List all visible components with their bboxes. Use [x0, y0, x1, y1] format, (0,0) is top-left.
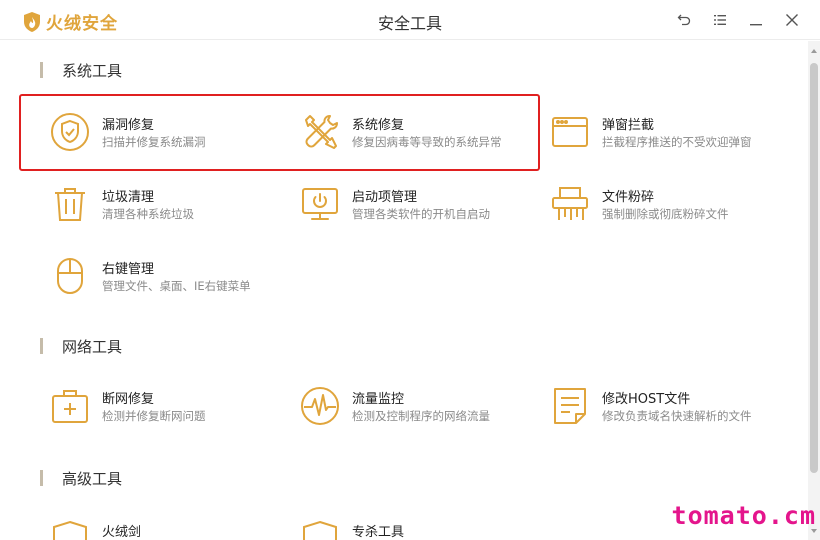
tool-name: 文件粉碎: [602, 190, 655, 205]
tool-desc: 强制删除或彻底粉碎文件: [602, 207, 729, 221]
menu-icon: [714, 15, 726, 25]
back-icon: [677, 14, 691, 26]
document-edit-icon: [550, 386, 590, 426]
section-advanced: 高级工具: [40, 468, 122, 488]
tool-name: 启动项管理: [352, 190, 418, 205]
tool-specialized-removal[interactable]: 专杀工具: [300, 511, 540, 540]
brand-name: 火绒安全: [46, 14, 118, 34]
tool-name: 系统修复: [352, 118, 405, 133]
brand: 火绒安全: [22, 9, 118, 34]
tool-network-repair[interactable]: 断网修复 检测并修复断网问题: [50, 378, 290, 434]
tool-name: 火绒剑: [102, 525, 142, 540]
tool-desc: 管理各类软件的开机自启动: [352, 207, 490, 221]
tool-desc: 拦截程序推送的不受欢迎弹窗: [602, 135, 752, 149]
tool-traffic-monitor[interactable]: 流量监控 检测及控制程序的网络流量: [300, 378, 540, 434]
tool-desc: 管理文件、桌面、IE右键菜单: [102, 279, 251, 293]
flame-shield-logo-icon: [24, 11, 40, 32]
tool-startup-manage[interactable]: 启动项管理 管理各类软件的开机自启动: [300, 176, 540, 232]
tool-desc: 修复因病毒等导致的系统异常: [352, 135, 502, 149]
tool-name: 流量监控: [352, 392, 405, 407]
scroll-up-icon[interactable]: [810, 47, 818, 55]
minimize-icon: [750, 24, 762, 26]
shield-icon: [300, 519, 340, 540]
tool-context-menu-manage[interactable]: 右键管理 管理文件、桌面、IE右键菜单: [50, 248, 290, 304]
tool-popup-block[interactable]: 弹窗拦截 拦截程序推送的不受欢迎弹窗: [550, 104, 790, 160]
tools-panel: 系统工具 漏洞修复 扫描并修复系统漏洞 系统修复 修复因病毒等导致的系统异常 弹…: [0, 41, 808, 540]
shield-cycle-icon: [50, 112, 90, 152]
tool-edit-hosts[interactable]: 修改HOST文件 修改负责域名快速解析的文件: [550, 378, 790, 434]
window-title: 安全工具: [377, 14, 442, 33]
section-title-advanced: 高级工具: [62, 469, 123, 488]
mouse-icon: [50, 256, 90, 296]
tool-desc: 检测及控制程序的网络流量: [352, 409, 490, 423]
tool-desc: 扫描并修复系统漏洞: [102, 135, 206, 149]
tool-desc: 清理各种系统垃圾: [102, 207, 194, 221]
minimize-button[interactable]: [746, 10, 766, 30]
monitor-power-icon: [300, 184, 340, 224]
watermark: tomato.cm: [671, 501, 816, 530]
shredder-icon: [550, 184, 590, 224]
menu-button[interactable]: [710, 10, 730, 30]
tool-system-repair[interactable]: 系统修复 修复因病毒等导致的系统异常: [300, 104, 540, 160]
popup-window-icon: [550, 112, 590, 152]
section-system: 系统工具: [40, 60, 122, 80]
tool-vulnerability-fix[interactable]: 漏洞修复 扫描并修复系统漏洞: [50, 104, 290, 160]
close-icon: [786, 14, 798, 26]
tool-name: 弹窗拦截: [602, 118, 655, 133]
section-marker: [40, 62, 43, 78]
tool-name: 漏洞修复: [102, 118, 155, 133]
tool-desc: 检测并修复断网问题: [102, 409, 206, 423]
tool-junk-clean[interactable]: 垃圾清理 清理各种系统垃圾: [50, 176, 290, 232]
scrollbar-thumb[interactable]: [810, 63, 818, 473]
section-network: 网络工具: [40, 336, 122, 356]
tool-name: 修改HOST文件: [602, 392, 691, 407]
close-button[interactable]: [782, 10, 802, 30]
title-bar: 火绒安全 安全工具: [0, 0, 820, 40]
section-title-network: 网络工具: [62, 337, 123, 356]
vertical-scrollbar[interactable]: [808, 41, 820, 540]
tool-file-shred[interactable]: 文件粉碎 强制删除或彻底粉碎文件: [550, 176, 790, 232]
tool-name: 专杀工具: [352, 525, 405, 540]
trash-icon: [50, 184, 90, 224]
tool-name: 右键管理: [102, 262, 155, 277]
section-title-system: 系统工具: [62, 61, 123, 80]
first-aid-kit-icon: [50, 386, 90, 426]
tool-huorong-sword[interactable]: 火绒剑: [50, 511, 290, 540]
tool-name: 断网修复: [102, 392, 155, 407]
wrench-screwdriver-icon: [300, 112, 340, 152]
section-marker: [40, 470, 43, 486]
section-marker: [40, 338, 43, 354]
back-button[interactable]: [674, 10, 694, 30]
shield-icon: [50, 519, 90, 540]
tool-desc: 修改负责域名快速解析的文件: [602, 409, 752, 423]
tool-name: 垃圾清理: [102, 190, 155, 205]
pulse-icon: [300, 386, 340, 426]
